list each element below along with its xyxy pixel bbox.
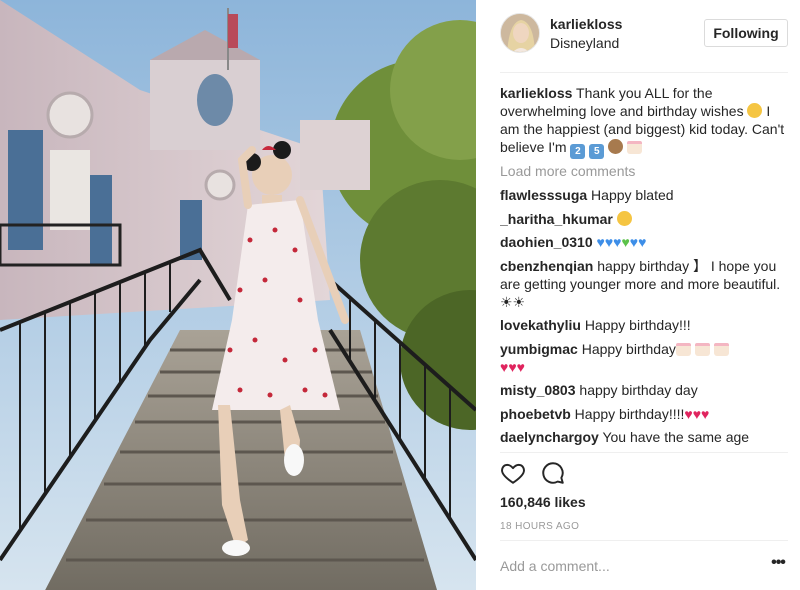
kiss-face-icon (747, 103, 763, 118)
more-options-icon[interactable]: ••• (768, 555, 788, 577)
birthday-cake-icon (713, 342, 729, 356)
red-heart-icon: ♥ (701, 405, 710, 422)
comment-username[interactable]: _haritha_hkumar (500, 211, 613, 227)
green-heart-icon: ♥ (621, 234, 630, 250)
comment-item: yumbigmac Happy birthday ♥♥♥ (500, 340, 788, 376)
red-heart-icon: ♥ (692, 405, 702, 422)
post-header: karliekloss Disneyland Following (476, 0, 800, 72)
comment-item: _haritha_hkumar (500, 210, 788, 228)
birthday-cake-icon (627, 141, 643, 154)
comment-username[interactable]: cbenzhenqian (500, 258, 593, 274)
comment-username[interactable]: phoebetvb (500, 406, 571, 422)
comment-username[interactable]: misty_0803 (500, 382, 576, 398)
load-more-comments-link[interactable]: Load more comments (500, 162, 788, 180)
comment-username[interactable]: yumbigmac (500, 341, 578, 357)
avatar-photo-icon (501, 14, 539, 52)
comment-item: daelynchargoy You have the same age (500, 428, 788, 446)
caption-username[interactable]: karliekloss (500, 85, 572, 101)
comment-username[interactable]: daelynchargoy (500, 429, 599, 445)
comment-text: You have the same age (602, 429, 750, 445)
comment-username[interactable]: daohien_0310 (500, 234, 593, 250)
post-photo[interactable] (0, 0, 476, 590)
comment-username[interactable]: flawlesssuga (500, 187, 587, 203)
red-heart-icon: ♥ (508, 358, 517, 375)
avatar[interactable] (500, 13, 540, 53)
comments-list[interactable]: karliekloss Thank you ALL for the overwh… (500, 84, 788, 452)
comment-item: phoebetvb Happy birthday!!!!♥♥♥ (500, 405, 788, 423)
keycap-digit-icon: 2 (570, 144, 586, 159)
comment-username[interactable]: lovekathyliu (500, 317, 581, 333)
comment-item: flawlesssuga Happy blated (500, 186, 788, 204)
comment-item: daohien_0310 ♥♥♥♥♥♥ (500, 233, 788, 251)
post-timestamp: 18 HOURS AGO (500, 521, 580, 532)
birthday-cake-icon (694, 342, 710, 356)
photo-illustration (0, 0, 476, 590)
heart-eyes-face-icon (616, 210, 632, 226)
post-details-panel: karliekloss Disneyland Following karliek… (476, 0, 800, 590)
comment-text: Happy birthday!!!! (574, 405, 685, 422)
comment-text: happy birthday day (579, 382, 698, 398)
add-comment-input[interactable] (500, 552, 750, 580)
birthday-cake-icon (675, 342, 691, 356)
comments-divider (500, 452, 788, 453)
post-username[interactable]: karliekloss (550, 16, 622, 32)
actions-divider (500, 540, 788, 541)
red-heart-icon: ♥ (684, 405, 693, 422)
comment-text: Happy birthday (581, 340, 676, 357)
comment-item: cbenzhenqian happy birthday 】 I hope you… (500, 257, 788, 311)
blue-heart-icon: ♥ (629, 234, 639, 250)
comment-item: lovekathyliu Happy birthday!!! (500, 316, 788, 334)
blue-heart-icon: ♥ (596, 234, 605, 250)
blue-heart-icon: ♥ (604, 234, 614, 250)
red-heart-icon: ♥ (516, 358, 525, 375)
keycap-digit-icon: 5 (589, 144, 605, 159)
comment-text: Happy birthday!!! (584, 317, 691, 333)
following-button[interactable]: Following (704, 19, 788, 47)
comment-text: Happy blated (591, 187, 674, 203)
comment-item: misty_0803 happy birthday day (500, 381, 788, 399)
post-location[interactable]: Disneyland (550, 35, 619, 51)
speech-bubble-icon[interactable] (540, 460, 568, 488)
monkey-icon (608, 139, 624, 154)
blue-heart-icon: ♥ (638, 234, 647, 250)
likes-count[interactable]: 160,846 likes (500, 494, 586, 510)
heart-outline-icon[interactable] (500, 460, 528, 488)
header-divider (500, 72, 788, 73)
post-caption: karliekloss Thank you ALL for the overwh… (500, 84, 788, 159)
